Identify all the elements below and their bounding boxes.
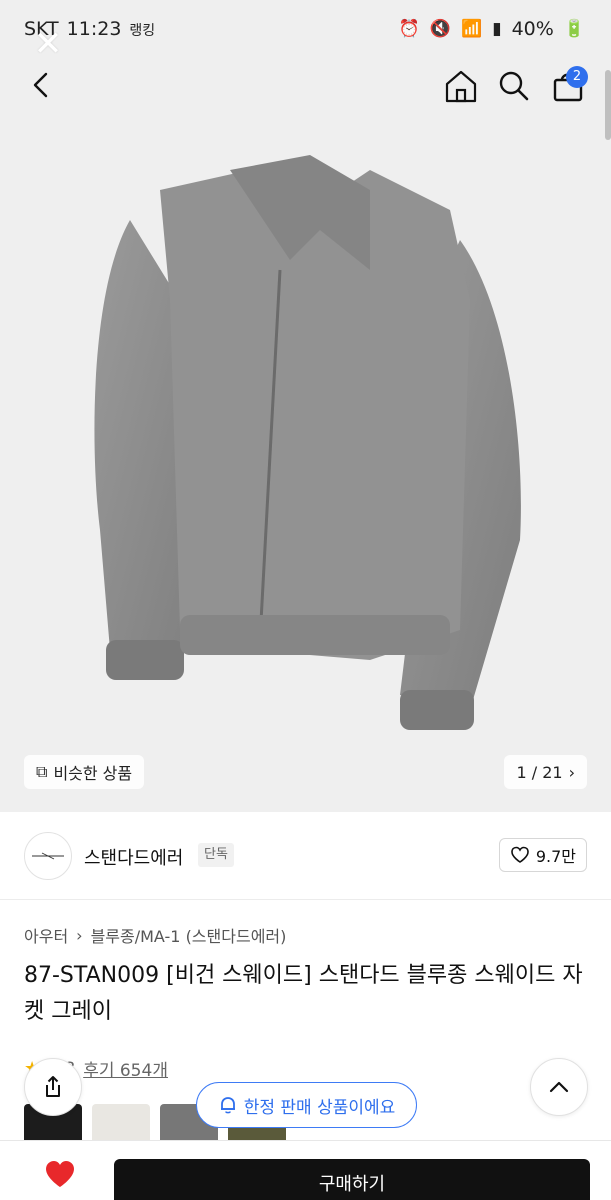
battery-icon: 🔋 bbox=[563, 18, 585, 39]
share-icon bbox=[46, 1076, 60, 1097]
heart-filled-icon bbox=[46, 1161, 74, 1187]
scroll-top-button[interactable] bbox=[530, 1058, 588, 1116]
brand-logo[interactable] bbox=[24, 832, 72, 880]
like-count: 9.7만 bbox=[535, 847, 576, 866]
product-title: 87-STAN009 [비건 스웨이드] 스탠다드 블루종 스웨이드 자켓 그레… bbox=[24, 963, 583, 1024]
product-image[interactable] bbox=[0, 0, 611, 812]
like-button[interactable]: 9.7만 bbox=[498, 838, 587, 872]
copy-icon: ⧉ bbox=[36, 762, 48, 781]
share-button[interactable] bbox=[24, 1058, 82, 1116]
bell-icon bbox=[220, 1097, 235, 1114]
status-sub-text: 랭킹 bbox=[129, 23, 156, 39]
signal-icon: ▮ bbox=[492, 18, 502, 39]
chevron-right-icon: › bbox=[568, 762, 575, 782]
app-bar: 2 bbox=[0, 58, 611, 114]
time-text: 11:23 bbox=[66, 18, 122, 40]
similar-products-label: 비슷한 상품 bbox=[53, 764, 133, 783]
alarm-icon: ⏰ bbox=[398, 18, 420, 39]
bottom-purchase-bar: 구매하기 bbox=[0, 1140, 611, 1200]
limited-sale-label: 한정 판매 상품이에요 bbox=[243, 1097, 396, 1118]
search-button[interactable] bbox=[496, 68, 532, 104]
cart-button[interactable]: 2 bbox=[548, 64, 590, 106]
image-page-indicator[interactable]: 1 / 21 › bbox=[504, 755, 587, 789]
chevron-up-icon bbox=[549, 1081, 569, 1093]
brand-logo-image bbox=[32, 852, 64, 860]
exclusive-badge: 단독 bbox=[198, 843, 234, 867]
category-link-1[interactable]: 아우터 bbox=[24, 923, 68, 947]
brand-row[interactable]: 스탠다드에러 단독 9.7만 bbox=[0, 812, 611, 900]
breadcrumb: 아우터 › 블루종/MA-1 (스탠다드에러) bbox=[24, 923, 286, 947]
jacket-image bbox=[94, 155, 521, 730]
cart-badge: 2 bbox=[566, 66, 588, 88]
back-button[interactable] bbox=[24, 68, 58, 102]
home-icon bbox=[445, 70, 477, 103]
brand-name[interactable]: 스탠다드에러 bbox=[84, 844, 183, 870]
home-button[interactable] bbox=[442, 68, 480, 104]
wishlist-button[interactable] bbox=[34, 1159, 86, 1199]
wifi-icon: 📶 bbox=[461, 18, 483, 39]
close-icon[interactable]: ✕ bbox=[30, 26, 66, 62]
review-count-link[interactable]: 후기 654개 bbox=[83, 1056, 168, 1081]
similar-products-button[interactable]: ⧉ 비슷한 상품 bbox=[24, 755, 145, 789]
heart-outline-icon bbox=[511, 846, 529, 863]
page-indicator-text: 1 / 21 bbox=[516, 762, 563, 782]
status-bar: SKT 11:23 랭킹 ⏰ 🔇 📶 ▮ 40% 🔋 bbox=[0, 0, 611, 58]
battery-text: 40% bbox=[511, 18, 554, 40]
mute-icon: 🔇 bbox=[429, 18, 452, 39]
scroll-indicator bbox=[605, 70, 611, 140]
category-link-2[interactable]: 블루종/MA-1 (스탠다드에러) bbox=[91, 923, 287, 947]
buy-button[interactable]: 구매하기 bbox=[114, 1159, 590, 1200]
search-icon bbox=[499, 71, 529, 101]
chevron-right-icon: › bbox=[76, 925, 83, 945]
limited-sale-banner[interactable]: 한정 판매 상품이에요 bbox=[196, 1082, 417, 1128]
back-icon bbox=[33, 72, 48, 98]
